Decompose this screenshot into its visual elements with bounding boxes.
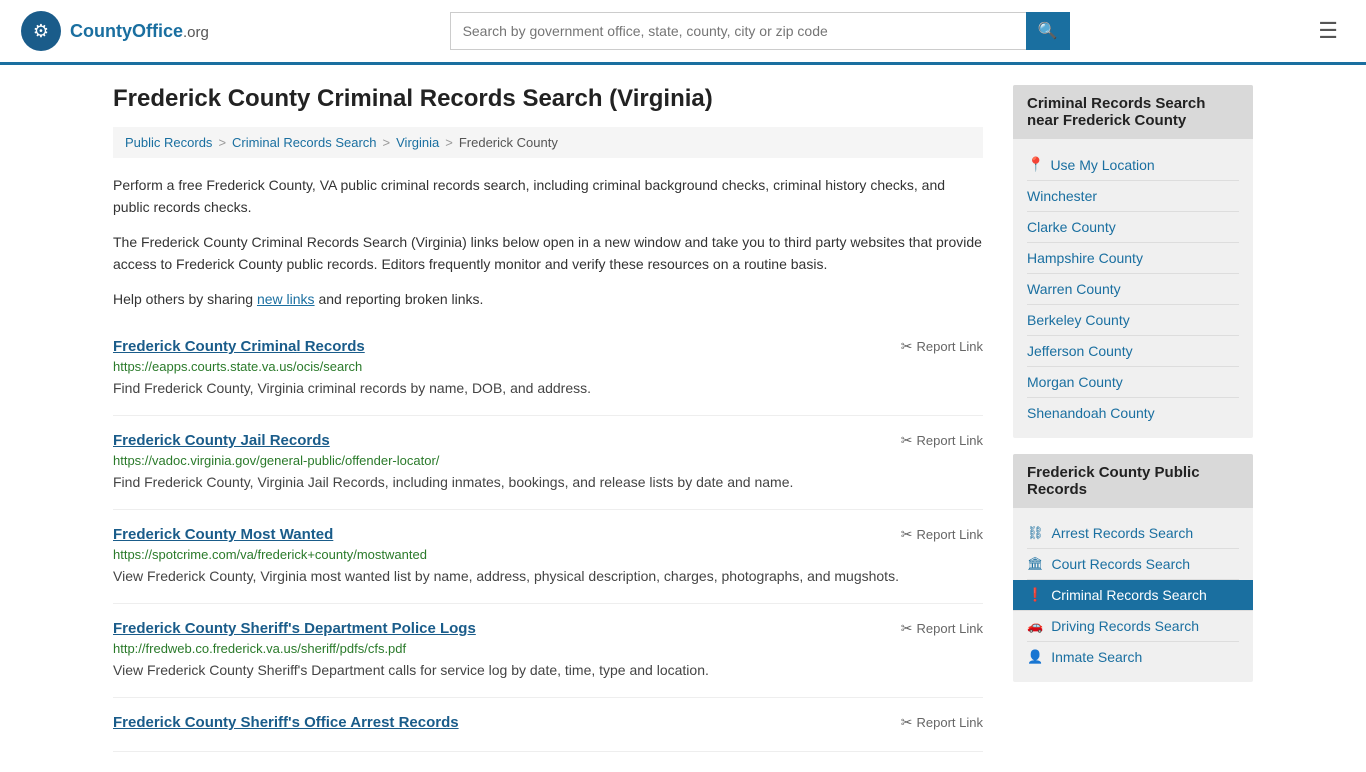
record-url-2: https://spotcrime.com/va/frederick+count… [113,547,983,562]
public-record-item-2[interactable]: ❗ Criminal Records Search [1013,580,1253,611]
record-header: Frederick County Jail Records ✂ Report L… [113,432,983,449]
hamburger-menu-icon[interactable]: ☰ [1310,14,1346,48]
rec-label-3: Driving Records Search [1051,618,1199,634]
record-desc-0: Find Frederick County, Virginia criminal… [113,378,983,399]
breadcrumb-virginia[interactable]: Virginia [396,135,439,150]
record-item: Frederick County Most Wanted ✂ Report Li… [113,510,983,604]
nearby-header: Criminal Records Search near Frederick C… [1013,85,1253,139]
description-2: The Frederick County Criminal Records Se… [113,231,983,276]
report-link-2[interactable]: ✂ Report Link [901,526,983,543]
record-title-4[interactable]: Frederick County Sheriff's Office Arrest… [113,714,459,731]
logo-area: ⚙ CountyOffice.org [20,10,209,52]
record-header: Frederick County Sheriff's Office Arrest… [113,714,983,731]
rec-label-4: Inmate Search [1051,649,1142,665]
report-link-3[interactable]: ✂ Report Link [901,620,983,637]
rec-label-1: Court Records Search [1052,556,1191,572]
public-records-card: Frederick County Public Records ⛓ Arrest … [1013,454,1253,682]
public-records-card-body: ⛓ Arrest Records Search 🏛 Court Records Sea… [1013,508,1253,682]
breadcrumb-criminal-records-search[interactable]: Criminal Records Search [232,135,377,150]
nearby-card: Criminal Records Search near Frederick C… [1013,85,1253,438]
record-title-2[interactable]: Frederick County Most Wanted [113,526,333,543]
record-header: Frederick County Most Wanted ✂ Report Li… [113,526,983,543]
records-list: Frederick County Criminal Records ✂ Repo… [113,322,983,752]
new-links-link[interactable]: new links [257,291,315,307]
page-title: Frederick County Criminal Records Search… [113,85,983,113]
record-title-1[interactable]: Frederick County Jail Records [113,432,330,449]
nearby-link-3[interactable]: Hampshire County [1027,243,1239,274]
location-pin-icon: 📍 [1027,156,1044,173]
page-wrap: Frederick County Criminal Records Search… [93,65,1273,772]
record-url-0: https://eapps.courts.state.va.us/ocis/se… [113,359,983,374]
search-button[interactable]: 🔍 [1026,12,1070,50]
nearby-link-5[interactable]: Berkeley County [1027,305,1239,336]
public-record-item-3[interactable]: 🚗 Driving Records Search [1027,611,1239,642]
breadcrumb-sep-1: > [218,135,226,150]
record-item: Frederick County Criminal Records ✂ Repo… [113,322,983,416]
rec-icon-4: 👤 [1027,649,1043,665]
report-icon-4: ✂ [901,714,913,731]
record-desc-2: View Frederick County, Virginia most wan… [113,566,983,587]
description-1: Perform a free Frederick County, VA publ… [113,174,983,219]
breadcrumb: Public Records > Criminal Records Search… [113,127,983,158]
record-url-1: https://vadoc.virginia.gov/general-publi… [113,453,983,468]
report-icon-1: ✂ [901,432,913,449]
rec-label-0: Arrest Records Search [1052,525,1194,541]
record-header: Frederick County Sheriff's Department Po… [113,620,983,637]
nearby-link-4[interactable]: Warren County [1027,274,1239,305]
record-title-0[interactable]: Frederick County Criminal Records [113,338,365,355]
nearby-link-6[interactable]: Jefferson County [1027,336,1239,367]
rec-label-2: Criminal Records Search [1051,587,1207,603]
nearby-link-8[interactable]: Shenandoah County [1027,398,1239,428]
rec-icon-0: ⛓ [1027,525,1044,541]
nearby-link-0[interactable]: 📍 Use My Location [1027,149,1239,181]
report-icon-0: ✂ [901,338,913,355]
public-records-header: Frederick County Public Records [1013,454,1253,508]
search-area: 🔍 [450,12,1070,50]
public-record-item-1[interactable]: 🏛 Court Records Search [1027,549,1239,580]
site-header: ⚙ CountyOffice.org 🔍 ☰ [0,0,1366,65]
record-title-3[interactable]: Frederick County Sheriff's Department Po… [113,620,476,637]
svg-text:⚙: ⚙ [33,21,49,41]
breadcrumb-sep-3: > [445,135,453,150]
public-record-item-0[interactable]: ⛓ Arrest Records Search [1027,518,1239,549]
sidebar: Criminal Records Search near Frederick C… [1013,85,1253,752]
logo-text: CountyOffice.org [70,21,209,42]
logo-icon: ⚙ [20,10,62,52]
record-desc-1: Find Frederick County, Virginia Jail Rec… [113,472,983,493]
breadcrumb-current: Frederick County [459,135,558,150]
nearby-link-2[interactable]: Clarke County [1027,212,1239,243]
rec-icon-1: 🏛 [1027,556,1044,572]
report-link-1[interactable]: ✂ Report Link [901,432,983,449]
breadcrumb-public-records[interactable]: Public Records [125,135,212,150]
nearby-link-7[interactable]: Morgan County [1027,367,1239,398]
public-record-item-4[interactable]: 👤 Inmate Search [1027,642,1239,672]
rec-icon-2: ❗ [1027,587,1043,603]
search-input[interactable] [450,12,1026,50]
record-url-3: http://fredweb.co.frederick.va.us/sherif… [113,641,983,656]
description-3-pre: Help others by sharing [113,291,257,307]
report-link-4[interactable]: ✂ Report Link [901,714,983,731]
description-3: Help others by sharing new links and rep… [113,288,983,310]
breadcrumb-sep-2: > [383,135,391,150]
rec-icon-3: 🚗 [1027,618,1043,634]
report-icon-3: ✂ [901,620,913,637]
description-3-post: and reporting broken links. [315,291,484,307]
record-item: Frederick County Sheriff's Office Arrest… [113,698,983,752]
nearby-card-body: 📍 Use My LocationWinchesterClarke County… [1013,139,1253,438]
record-desc-3: View Frederick County Sheriff's Departme… [113,660,983,681]
report-link-0[interactable]: ✂ Report Link [901,338,983,355]
record-header: Frederick County Criminal Records ✂ Repo… [113,338,983,355]
main-content: Frederick County Criminal Records Search… [113,85,983,752]
report-icon-2: ✂ [901,526,913,543]
nearby-link-1[interactable]: Winchester [1027,181,1239,212]
record-item: Frederick County Sheriff's Department Po… [113,604,983,698]
record-item: Frederick County Jail Records ✂ Report L… [113,416,983,510]
